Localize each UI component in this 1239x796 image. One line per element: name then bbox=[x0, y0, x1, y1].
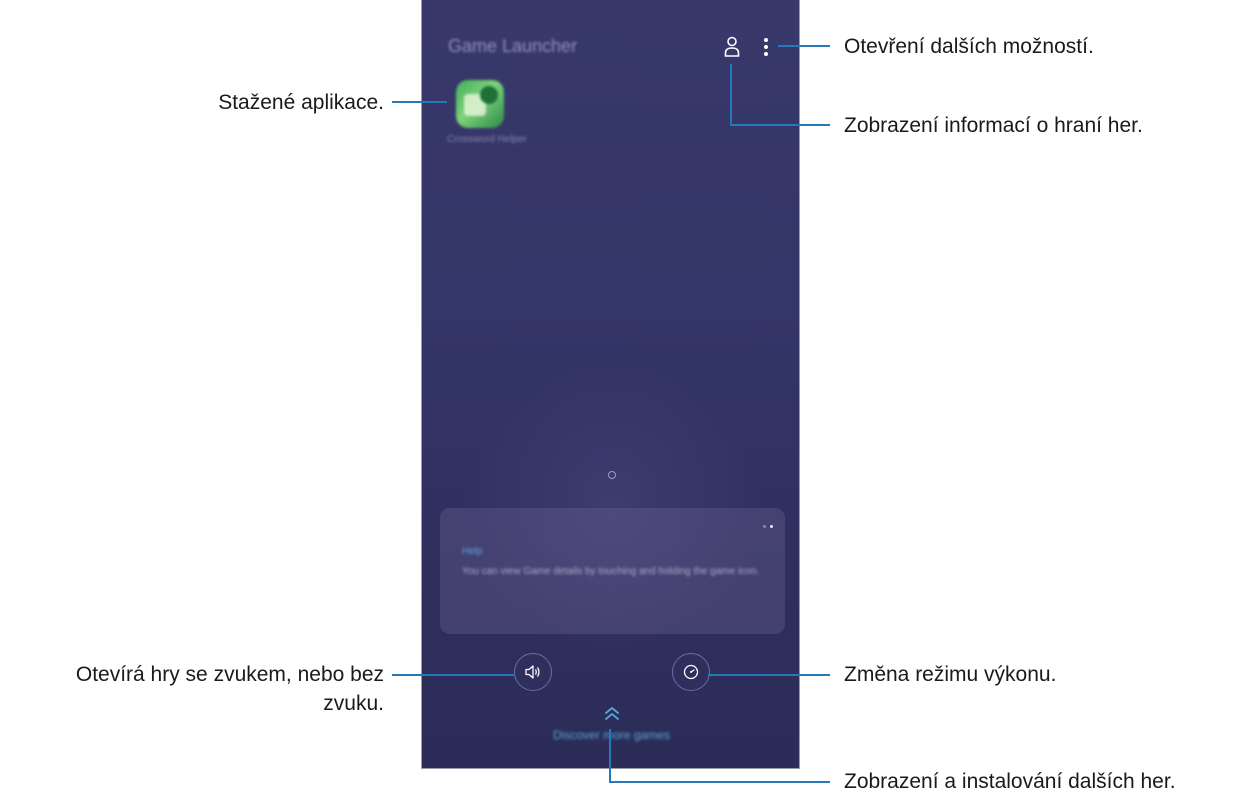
annotation-game-info: Zobrazení informací o hraní her. bbox=[844, 114, 1143, 137]
app-title: Game Launcher bbox=[448, 36, 578, 56]
annotation-more-options: Otevření dalších možností. bbox=[844, 35, 1094, 58]
annotation-sound-line2: zvuku. bbox=[323, 692, 384, 715]
game-app-icon[interactable] bbox=[456, 80, 504, 128]
app-icon-leaf bbox=[480, 86, 498, 104]
page-indicator bbox=[608, 471, 616, 479]
card-page-dots bbox=[759, 515, 773, 533]
annotation-downloaded-apps: Stažené aplikace. bbox=[218, 91, 384, 114]
callout-line-game-info bbox=[730, 124, 830, 126]
annotation-discover: Zobrazení a instalování dalších her. bbox=[844, 770, 1176, 793]
speaker-icon bbox=[525, 665, 540, 679]
discover-more-games-link[interactable]: Discover more games bbox=[422, 728, 799, 742]
tip-card[interactable]: Help You can view Game details by touchi… bbox=[440, 508, 785, 634]
callout-line-discover-vertical bbox=[609, 729, 611, 783]
callout-line-discover bbox=[609, 781, 830, 783]
card-label: Help bbox=[462, 546, 483, 557]
person-icon[interactable] bbox=[724, 36, 740, 58]
callout-line-downloaded-apps bbox=[392, 101, 447, 103]
callout-line-more-options bbox=[778, 45, 830, 47]
annotation-sound-line1: Otevírá hry se zvukem, nebo bez bbox=[75, 663, 384, 686]
sound-toggle-button[interactable] bbox=[514, 653, 552, 691]
callout-line-sound bbox=[392, 674, 514, 676]
performance-mode-button[interactable] bbox=[672, 653, 710, 691]
annotation-performance: Změna režimu výkonu. bbox=[844, 663, 1057, 686]
callout-line-performance bbox=[708, 674, 830, 676]
game-app-label: Crossword Helper bbox=[446, 134, 528, 145]
card-text: You can view Game details by touching an… bbox=[462, 566, 760, 577]
callout-line-game-info-vertical bbox=[730, 64, 732, 126]
double-chevron-up-icon[interactable] bbox=[603, 706, 621, 722]
gauge-icon bbox=[683, 664, 699, 680]
more-options-icon[interactable] bbox=[762, 37, 770, 57]
phone-screen: Game Launcher Crossword Helper Help You … bbox=[421, 0, 800, 769]
